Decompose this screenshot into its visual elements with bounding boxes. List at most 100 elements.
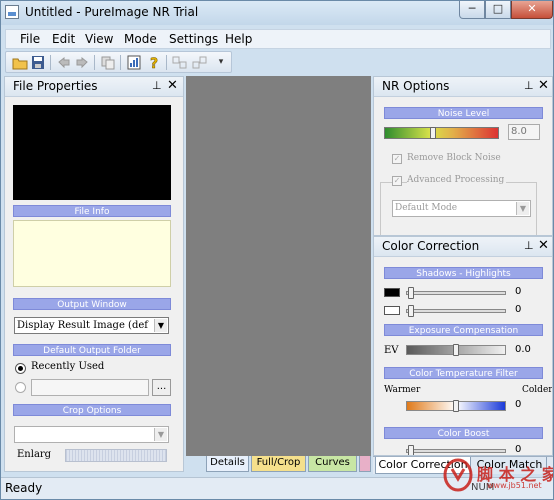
- maximize-button[interactable]: □: [485, 1, 511, 19]
- default-output-folder-header: Default Output Folder: [13, 344, 171, 356]
- highlights-slider[interactable]: [406, 309, 506, 313]
- folder-path-input[interactable]: [31, 379, 149, 396]
- redo-icon[interactable]: [74, 55, 90, 70]
- toolbar-separator: [166, 55, 167, 70]
- custom-folder-radio[interactable]: [15, 382, 26, 393]
- menu-settings[interactable]: Settings: [169, 32, 218, 46]
- mode-select[interactable]: Default Mode ▼: [392, 200, 531, 217]
- highlights-slider-thumb[interactable]: [408, 305, 414, 317]
- close-icon[interactable]: ✕: [167, 78, 178, 93]
- color-boost-thumb[interactable]: [408, 445, 414, 455]
- panel-title: Color Correction: [382, 239, 480, 253]
- svg-text:?: ?: [150, 56, 158, 70]
- exposure-slider-thumb[interactable]: [453, 344, 459, 356]
- enlarge-slider[interactable]: [65, 449, 167, 462]
- menu-help[interactable]: Help: [225, 32, 252, 46]
- copy-icon[interactable]: [100, 55, 116, 70]
- menu-bar: File Edit View Mode Settings Help: [5, 29, 551, 49]
- recently-used-radio[interactable]: [15, 363, 26, 374]
- advanced-processing-label: Advanced Processing: [407, 175, 507, 185]
- exposure-compensation-header: Exposure Compensation: [384, 324, 543, 336]
- noise-slider-thumb[interactable]: [430, 127, 436, 139]
- shadows-swatch-icon: [384, 288, 400, 297]
- properties-icon[interactable]: [126, 55, 142, 70]
- preview-thumbnail: [13, 105, 171, 200]
- noise-level-header: Noise Level: [384, 107, 543, 119]
- exposure-value: 0.0: [515, 344, 531, 355]
- pin-icon[interactable]: ⊥: [524, 79, 534, 92]
- color-correction-panel: Color Correction ⊥ ✕ Shadows - Highlight…: [373, 236, 553, 456]
- watermark-url: www.jb51.net: [487, 481, 542, 490]
- window-title: Untitled - PureImage NR Trial: [25, 5, 199, 19]
- close-button[interactable]: ✕: [511, 1, 553, 19]
- noise-level-value[interactable]: 8.0: [508, 124, 540, 140]
- watermark-icon: [443, 458, 473, 492]
- panel-title: NR Options: [382, 79, 450, 93]
- toolbar: ? ▾: [5, 51, 232, 73]
- app-icon: [5, 5, 19, 19]
- tab-full-crop[interactable]: Full/Crop: [251, 456, 306, 472]
- menu-view[interactable]: View: [85, 32, 113, 46]
- dropdown-arrow-icon: ▼: [154, 319, 167, 332]
- highlights-value: 0: [515, 304, 522, 315]
- noise-level-slider[interactable]: [384, 127, 499, 139]
- close-icon[interactable]: ✕: [538, 238, 549, 253]
- compare-icon[interactable]: [172, 55, 188, 70]
- pin-icon[interactable]: ⊥: [524, 239, 534, 252]
- shadows-slider[interactable]: [406, 291, 506, 295]
- mode-value: Default Mode: [395, 203, 458, 213]
- menu-file[interactable]: File: [20, 32, 40, 46]
- toolbar-separator: [120, 55, 121, 70]
- file-info-box: [13, 220, 171, 287]
- workspace-area: [186, 76, 371, 456]
- app-window: Untitled - PureImage NR Trial ─ □ ✕ File…: [0, 0, 554, 500]
- warmer-label: Warmer: [384, 385, 421, 395]
- shadows-slider-thumb[interactable]: [408, 287, 414, 299]
- crop-mode-select[interactable]: ▼: [14, 426, 169, 443]
- colder-label: Colder: [522, 385, 553, 395]
- browse-button[interactable]: ...: [152, 379, 171, 396]
- minimize-button[interactable]: ─: [459, 1, 485, 19]
- menu-edit[interactable]: Edit: [52, 32, 75, 46]
- panel-header: File Properties ⊥ ✕: [5, 77, 183, 97]
- ev-label: EV: [384, 345, 399, 356]
- advanced-processing-checkbox[interactable]: ✓: [392, 176, 402, 186]
- recently-used-label: Recently Used: [31, 361, 105, 372]
- color-boost-slider[interactable]: [406, 449, 506, 453]
- tab-curves[interactable]: Curves: [308, 456, 357, 472]
- file-properties-panel: File Properties ⊥ ✕ File Info Output Win…: [4, 76, 184, 472]
- shadows-value: 0: [515, 286, 522, 297]
- panel-title: File Properties: [13, 79, 98, 93]
- split-view-icon[interactable]: [192, 55, 208, 70]
- output-window-value: Display Result Image (def: [17, 320, 148, 331]
- crop-options-header: Crop Options: [13, 404, 171, 416]
- remove-block-noise-checkbox[interactable]: ✓: [392, 154, 402, 164]
- toolbar-overflow-icon[interactable]: ▾: [215, 55, 227, 70]
- color-boost-value: 0: [515, 444, 522, 455]
- toolbar-separator: [94, 55, 95, 70]
- view-tabs: Details Full/Crop Curves: [206, 456, 371, 473]
- output-window-header: Output Window: [13, 298, 171, 310]
- color-temperature-thumb[interactable]: [453, 400, 459, 412]
- nr-options-panel: NR Options ⊥ ✕ Noise Level 8.0 ✓ Remove …: [373, 76, 553, 236]
- help-icon[interactable]: ?: [146, 55, 162, 73]
- title-bar: Untitled - PureImage NR Trial ─ □ ✕: [1, 1, 553, 25]
- undo-icon[interactable]: [56, 55, 72, 70]
- pin-icon[interactable]: ⊥: [152, 79, 162, 92]
- watermark-logo: 脚 本 之 家 www.jb51.net: [441, 455, 553, 495]
- panel-header: Color Correction ⊥ ✕: [374, 237, 552, 257]
- open-icon[interactable]: [12, 55, 28, 70]
- close-icon[interactable]: ✕: [538, 78, 549, 93]
- status-text: Ready: [5, 481, 43, 495]
- enlarge-label: Enlarg: [17, 449, 52, 460]
- color-temperature-header: Color Temperature Filter: [384, 367, 543, 379]
- tab-more[interactable]: [359, 456, 371, 472]
- tab-details[interactable]: Details: [206, 456, 249, 472]
- menu-mode[interactable]: Mode: [124, 32, 157, 46]
- toolbar-separator: [50, 55, 51, 70]
- dropdown-arrow-icon: ▼: [154, 428, 167, 441]
- dropdown-arrow-icon: ▼: [516, 202, 529, 215]
- output-window-select[interactable]: Display Result Image (def ▼: [14, 317, 169, 334]
- remove-block-noise-label: Remove Block Noise: [407, 153, 501, 163]
- save-icon[interactable]: [30, 55, 46, 70]
